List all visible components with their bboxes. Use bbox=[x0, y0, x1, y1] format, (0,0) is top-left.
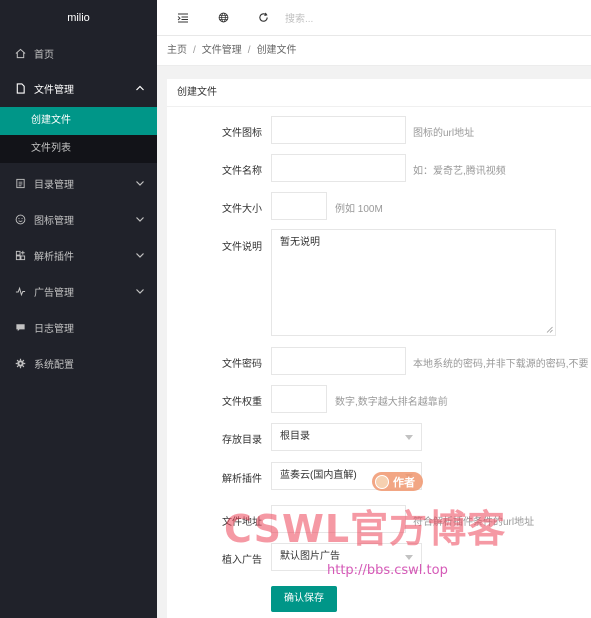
plugin-select[interactable]: 蓝奏云(国内直解) bbox=[271, 462, 422, 490]
description-textarea[interactable]: 暂无说明 bbox=[271, 229, 556, 336]
breadcrumb-separator: / bbox=[247, 45, 251, 56]
card-title: 创建文件 bbox=[167, 79, 591, 107]
chat-icon bbox=[14, 321, 26, 333]
weight-tip: 数字,数字越大排名越靠前 bbox=[335, 397, 448, 408]
submenu-item-file-list[interactable]: 文件列表 bbox=[0, 135, 157, 163]
gear-icon bbox=[14, 357, 26, 369]
top-header: 搜索... bbox=[157, 0, 591, 36]
pulse-icon bbox=[14, 285, 26, 297]
size-tip: 例如 100M bbox=[335, 204, 383, 215]
description-value: 暂无说明 bbox=[280, 237, 320, 248]
password-label: 文件密码 bbox=[222, 359, 262, 370]
chevron-down-icon bbox=[135, 250, 145, 260]
breadcrumb-separator: / bbox=[193, 45, 196, 56]
file-url-input[interactable] bbox=[271, 505, 406, 533]
create-file-card: 创建文件 文件图标 图标的url地址 文件名称 如：爱奇艺,腾讯视频 文件大小 … bbox=[167, 79, 591, 618]
desc-label: 文件说明 bbox=[222, 242, 262, 253]
sidebar-item-logs[interactable]: 日志管理 bbox=[0, 309, 157, 345]
caret-down-icon bbox=[405, 555, 413, 560]
sidebar-item-label: 广告管理 bbox=[34, 287, 74, 299]
submenu-item-create-file[interactable]: 创建文件 bbox=[0, 107, 157, 135]
sidebar-item-label: 解析插件 bbox=[34, 251, 74, 263]
plugin-label: 解析插件 bbox=[222, 474, 262, 485]
sidebar-item-plugins[interactable]: 解析插件 bbox=[0, 237, 157, 273]
sidebar-item-label: 系统配置 bbox=[34, 359, 74, 371]
menu-toggle-button[interactable] bbox=[163, 0, 203, 36]
file-name-input[interactable] bbox=[271, 154, 406, 182]
sidebar-item-label: 图标管理 bbox=[34, 215, 74, 227]
smiley-icon bbox=[14, 213, 26, 225]
sidebar-item-icons[interactable]: 图标管理 bbox=[0, 201, 157, 237]
refresh-icon bbox=[258, 12, 268, 22]
directory-label: 存放目录 bbox=[222, 435, 262, 446]
sidebar-item-label: 日志管理 bbox=[34, 323, 74, 335]
submenu-files: 创建文件 文件列表 bbox=[0, 107, 157, 163]
chevron-down-icon bbox=[135, 178, 145, 188]
size-label: 文件大小 bbox=[222, 204, 262, 215]
sidebar-item-label: 目录管理 bbox=[34, 179, 74, 191]
globe-icon bbox=[218, 12, 228, 23]
chevron-up-icon bbox=[135, 83, 145, 93]
sidebar-item-directories[interactable]: 目录管理 bbox=[0, 165, 157, 201]
breadcrumb-current: 创建文件 bbox=[256, 45, 297, 56]
file-icon bbox=[14, 83, 26, 95]
password-input[interactable] bbox=[271, 347, 406, 375]
ad-label: 植入广告 bbox=[222, 555, 262, 566]
name-tip: 如：爱奇艺,腾讯视频 bbox=[413, 166, 506, 177]
website-button[interactable] bbox=[203, 0, 243, 36]
breadcrumb-files-link[interactable]: 文件管理 bbox=[202, 45, 242, 56]
icon-tip: 图标的url地址 bbox=[413, 128, 475, 139]
caret-down-icon bbox=[405, 474, 413, 479]
indent-icon bbox=[177, 13, 188, 22]
url-label: 文件地址 bbox=[222, 517, 262, 528]
sidebar-item-ads[interactable]: 广告管理 bbox=[0, 273, 157, 309]
sidebar: milio 首页 文件管理 创建文件 文件列表 目录管理 图标管理 解析插件 广… bbox=[0, 0, 157, 618]
url-tip: 符合解析插件条件的url地址 bbox=[413, 517, 535, 528]
breadcrumb: 主页 / 文件管理 / 创建文件 bbox=[157, 36, 591, 66]
plugin-value: 蓝奏云(国内直解) bbox=[280, 470, 357, 481]
caret-down-icon bbox=[405, 435, 413, 440]
weight-label: 文件权重 bbox=[222, 397, 262, 408]
directory-value: 根目录 bbox=[280, 431, 310, 442]
plugin-icon bbox=[14, 249, 26, 261]
ad-value: 默认图片广告 bbox=[280, 551, 340, 562]
icon-url-input[interactable] bbox=[271, 116, 406, 144]
name-label: 文件名称 bbox=[222, 166, 262, 177]
home-icon bbox=[14, 47, 26, 59]
refresh-button[interactable] bbox=[243, 0, 283, 36]
brand-logo[interactable]: milio bbox=[0, 0, 157, 36]
sidebar-item-files[interactable]: 文件管理 bbox=[0, 70, 157, 107]
search-input[interactable]: 搜索... bbox=[285, 10, 313, 25]
sidebar-item-home[interactable]: 首页 bbox=[0, 36, 157, 70]
file-size-input[interactable] bbox=[271, 192, 327, 220]
icon-label: 文件图标 bbox=[222, 128, 262, 139]
sidebar-item-label: 首页 bbox=[34, 49, 54, 61]
sidebar-item-label: 文件管理 bbox=[34, 85, 74, 96]
directory-select[interactable]: 根目录 bbox=[271, 423, 422, 451]
weight-input[interactable] bbox=[271, 385, 327, 413]
chevron-down-icon bbox=[135, 214, 145, 224]
breadcrumb-home-link[interactable]: 主页 bbox=[167, 45, 187, 56]
sidebar-item-settings[interactable]: 系统配置 bbox=[0, 345, 157, 381]
chevron-down-icon bbox=[135, 286, 145, 296]
resize-handle-icon[interactable] bbox=[546, 326, 553, 333]
list-icon bbox=[14, 177, 26, 189]
password-tip: 本地系统的密码,并非下载源的密码,不要 bbox=[413, 359, 589, 370]
ad-select[interactable]: 默认图片广告 bbox=[271, 543, 422, 571]
save-button[interactable]: 确认保存 bbox=[271, 586, 337, 612]
